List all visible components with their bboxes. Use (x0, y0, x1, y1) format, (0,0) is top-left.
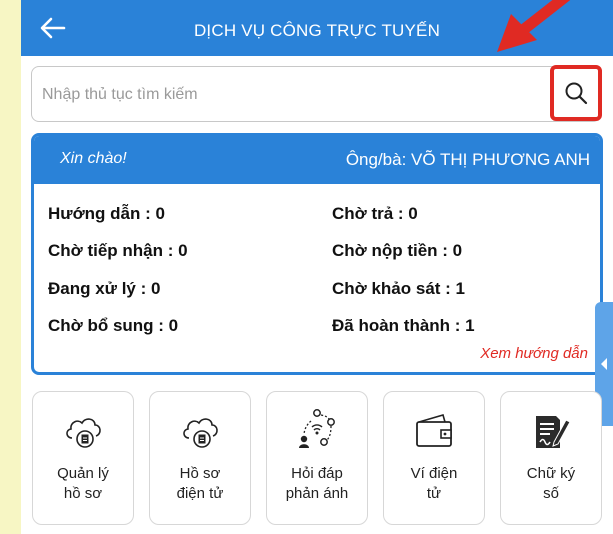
chevron-left-icon (601, 358, 607, 370)
menu-label: Hỏi đáp phản ánh (285, 465, 349, 502)
search-icon (565, 82, 588, 105)
menu-chu-ky-so[interactable]: Chữ ký số (500, 391, 602, 525)
menu-label: Quản lý hồ sơ (57, 465, 109, 502)
search-button[interactable] (550, 65, 602, 121)
menu-hoi-dap-phan-anh[interactable]: Hỏi đáp phản ánh (266, 391, 368, 525)
greeting-bar: Xin chào! Ông/bà: VÕ THỊ PHƯƠNG ANH (34, 136, 600, 184)
stat-dang-xu-ly: Đang xử lý : 0 (48, 279, 161, 298)
user-name: Ông/bà: VÕ THỊ PHƯƠNG ANH (345, 150, 590, 169)
network-people-icon (299, 409, 335, 448)
search-bar (31, 65, 602, 122)
cloud-document-icon (183, 418, 218, 448)
stat-cho-bo-sung: Chờ bổ sung : 0 (48, 316, 179, 335)
search-input[interactable] (40, 77, 524, 113)
stat-huong-dan: Hướng dẫn : 0 (48, 204, 165, 223)
menu-label: Ví điện tử (410, 465, 458, 502)
stat-cho-nop-tien: Chờ nộp tiền : 0 (332, 241, 463, 260)
menu-quan-ly-ho-so[interactable]: Quản lý hồ sơ (32, 391, 134, 525)
stat-cho-khao-sat: Chờ khảo sát : 1 (332, 279, 466, 298)
app-screen: DỊCH VỤ CÔNG TRỰC TUYẾN Xin chào! Ông/bà… (21, 0, 613, 534)
status-card: Xin chào! Ông/bà: VÕ THỊ PHƯƠNG ANH Hướn… (31, 133, 603, 375)
cloud-document-icon (66, 418, 101, 448)
guide-link[interactable]: Xem hướng dẫn (480, 345, 588, 362)
menu-vi-dien-tu[interactable]: Ví điện tử (383, 391, 485, 525)
wallet-icon (416, 414, 452, 447)
stat-cho-tra: Chờ trả : 0 (332, 204, 418, 223)
annotation-arrow-icon (497, 0, 571, 52)
menu-label: Chữ ký số (526, 465, 576, 502)
signature-document-icon (536, 416, 571, 448)
stat-cho-tiep-nhan: Chờ tiếp nhận : 0 (48, 241, 188, 260)
app-header: DỊCH VỤ CÔNG TRỰC TUYẾN (21, 0, 613, 56)
menu-ho-so-dien-tu[interactable]: Hồ sơ điện tử (149, 391, 251, 525)
greeting-text: Xin chào! (60, 150, 127, 167)
menu-label: Hồ sơ điện tử (176, 465, 224, 502)
stat-da-hoan-thanh: Đã hoàn thành : 1 (332, 316, 475, 335)
